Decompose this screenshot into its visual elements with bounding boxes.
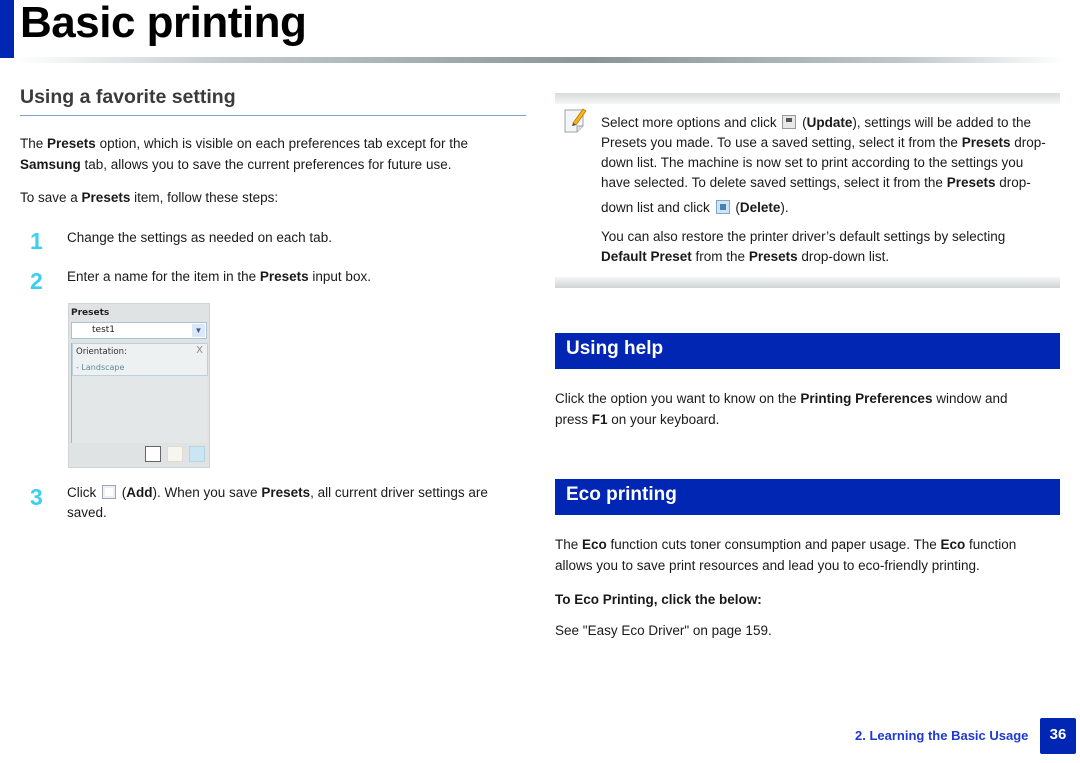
text: allows you to save print resources and l…: [555, 558, 980, 573]
presets-dropdown[interactable]: test1 ▼: [71, 322, 207, 339]
bold-term: F1: [591, 412, 608, 427]
step-text: Change the settings as needed on each ta…: [67, 230, 332, 245]
text: Click: [67, 485, 100, 500]
text: item, follow these steps:: [130, 190, 279, 205]
footer-chapter-link[interactable]: 2. Learning the Basic Usage: [855, 728, 1028, 743]
page-number-badge: 36: [1040, 718, 1076, 754]
note-top-border: [555, 93, 1060, 104]
setting-value: - Landscape: [76, 363, 125, 372]
add-icon[interactable]: [145, 446, 161, 462]
delete-icon: [715, 200, 730, 214]
step-number: 3: [30, 484, 43, 510]
bold-term: Presets: [259, 269, 309, 284]
text: Enter a name for the item in the: [67, 269, 260, 284]
text: drop-: [995, 175, 1031, 190]
text: have selected. To delete saved settings,…: [601, 175, 947, 190]
eco-text: The Eco function cuts toner consumption …: [555, 534, 1060, 576]
text: (: [731, 200, 740, 215]
add-icon: [102, 485, 116, 499]
note-line: You can also restore the printer driver’…: [601, 229, 1006, 244]
bold-term: Update: [806, 115, 853, 130]
bold-term: Presets: [748, 249, 798, 264]
text: ).: [780, 200, 789, 215]
bold-term: Eco: [582, 537, 607, 552]
text: , all current driver settings are: [310, 485, 488, 500]
text: drop-down list.: [797, 249, 890, 264]
title-accent-bar: [0, 0, 14, 58]
note-pencil-icon: [564, 108, 587, 133]
text: ). When you save: [152, 485, 262, 500]
update-icon: [782, 115, 797, 129]
text: window and: [932, 391, 1008, 406]
note-line: Default Preset from the Presets drop-dow…: [601, 247, 1051, 267]
text: drop-: [1010, 135, 1046, 150]
text: function cuts toner consumption and pape…: [606, 537, 941, 552]
chevron-down-icon[interactable]: ▼: [192, 324, 205, 337]
text: tab, allows you to save the current pref…: [80, 157, 452, 172]
section-heading-help: Using help: [566, 338, 664, 359]
note-line: Presets you made. To use a saved setting…: [601, 133, 1051, 153]
presets-selected-value: test1: [92, 325, 116, 335]
setting-name: Orientation:: [76, 347, 127, 357]
list-item: Orientation: X - Landscape: [72, 343, 208, 376]
help-text: Click the option you want to know on the…: [555, 388, 1060, 430]
presets-settings-list: Orientation: X - Landscape: [71, 343, 208, 443]
favorite-intro: The Presets option, which is visible on …: [20, 133, 530, 175]
bold-term: Add: [126, 485, 153, 500]
text: Presets you made. To use a saved setting…: [601, 135, 962, 150]
bold-term: Printing Preferences: [800, 391, 933, 406]
section-heading-favorite: Using a favorite setting: [20, 86, 236, 108]
text: (: [798, 115, 807, 130]
close-icon[interactable]: X: [196, 345, 203, 356]
eco-page-reference-link[interactable]: See "Easy Eco Driver" on page 159.: [555, 620, 772, 641]
step-text: Click (Add). When you save Presets, all …: [67, 483, 527, 523]
section-heading-eco: Eco printing: [566, 484, 677, 505]
bold-term: Eco: [940, 537, 966, 552]
text: ), settings will be added to the: [852, 115, 1031, 130]
text: (: [118, 485, 127, 500]
step-text: Enter a name for the item in the Presets…: [67, 267, 371, 287]
note-line: have selected. To delete saved settings,…: [601, 173, 1051, 193]
bold-term: Delete: [739, 200, 781, 215]
bold-term: Default Preset: [601, 249, 692, 264]
bold-term: Presets: [946, 175, 996, 190]
text: down list and click: [601, 200, 710, 215]
note-line: down list and click (Delete).: [601, 198, 1051, 218]
text: To save a: [20, 190, 82, 205]
eco-subheading: To Eco Printing, click the below:: [555, 592, 762, 607]
page-number: 36: [1049, 726, 1067, 743]
text: The: [20, 136, 48, 151]
delete-icon[interactable]: [189, 446, 205, 462]
text: Select more options and click: [601, 115, 777, 130]
bold-term: Presets: [261, 485, 311, 500]
save-instructions: To save a Presets item, follow these ste…: [20, 187, 530, 208]
presets-label: Presets: [71, 308, 110, 318]
text: The: [555, 537, 583, 552]
section-heading-rule: [20, 115, 526, 116]
title-divider: [14, 57, 1064, 63]
text: Click the option you want to know on the: [555, 391, 801, 406]
note-bottom-border: [555, 277, 1060, 288]
update-icon[interactable]: [167, 446, 183, 462]
bold-term: Presets: [47, 136, 96, 151]
text: press: [555, 412, 592, 427]
text: saved.: [67, 505, 107, 520]
page-title: Basic printing: [20, 0, 307, 47]
bold-term: Presets: [81, 190, 131, 205]
section-band-eco: Eco printing: [555, 479, 1060, 515]
bold-term: Samsung: [20, 157, 81, 172]
step-number: 1: [30, 228, 43, 254]
text: function: [965, 537, 1017, 552]
text: from the: [691, 249, 749, 264]
note-line: down list. The machine is now set to pri…: [601, 155, 1024, 170]
text: on your keyboard.: [607, 412, 720, 427]
step-number: 2: [30, 268, 43, 294]
bold-term: Presets: [961, 135, 1011, 150]
text: option, which is visible on each prefere…: [95, 136, 469, 151]
text: input box.: [308, 269, 371, 284]
presets-panel-screenshot: Presets test1 ▼ Orientation: X - Landsca…: [68, 303, 210, 468]
section-band-help: Using help: [555, 333, 1060, 369]
note-line: Select more options and click (Update), …: [601, 113, 1051, 133]
